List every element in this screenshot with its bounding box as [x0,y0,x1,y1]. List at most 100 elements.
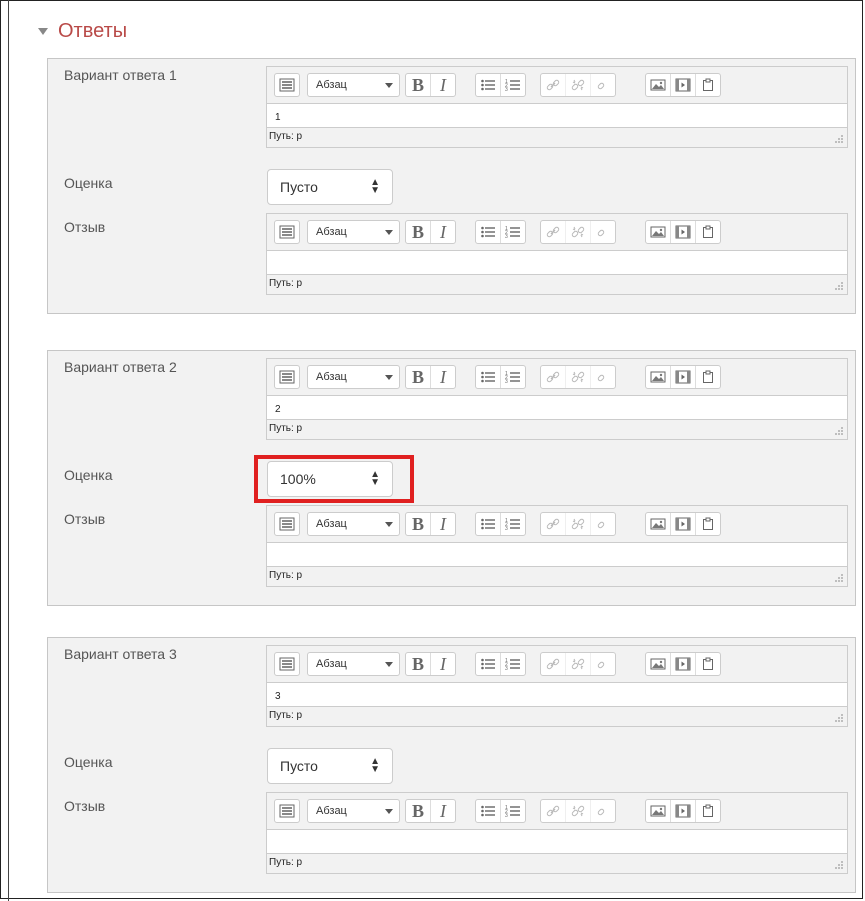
unordered-list-button[interactable] [476,800,501,822]
paragraph-format-select[interactable]: Абзац [307,220,400,244]
editor-content[interactable]: 3 [267,682,847,707]
answer-label: Вариант ответа 3 [64,646,177,662]
ordered-list-button[interactable]: 123 [501,800,525,822]
anchor-button[interactable] [591,366,615,388]
paragraph-format-select[interactable]: Абзац [307,799,400,823]
bold-button[interactable]: B [406,513,431,535]
grade-select[interactable]: Пусто ▲ ▼ [267,748,393,784]
image-button[interactable] [646,800,671,822]
editor-content[interactable] [267,542,847,567]
paragraph-format-select[interactable]: Абзац [307,512,400,536]
italic-button[interactable]: I [431,800,455,822]
media-button[interactable] [671,221,696,243]
resize-grip-icon[interactable] [834,134,844,144]
toolbar-toggle-button[interactable] [274,652,300,676]
anchor-button[interactable] [591,74,615,96]
editor-toolbar: Абзац B I 123 [267,793,847,829]
ordered-list-button[interactable]: 123 [501,221,525,243]
path-label: Путь: p [269,131,303,142]
paragraph-format-select[interactable]: Абзац [307,652,400,676]
ordered-list-icon: 123 [505,226,520,239]
editor-content[interactable] [267,829,847,854]
answer-editor: Абзац B I 123 [266,66,848,148]
paste-button[interactable] [696,513,720,535]
media-button[interactable] [671,513,696,535]
ordered-list-button[interactable]: 123 [501,74,525,96]
image-button[interactable] [646,653,671,675]
image-button[interactable] [646,221,671,243]
italic-button[interactable]: I [431,513,455,535]
unordered-list-button[interactable] [476,74,501,96]
unlink-button[interactable] [566,74,591,96]
image-button[interactable] [646,366,671,388]
unordered-list-button[interactable] [476,221,501,243]
media-button[interactable] [671,366,696,388]
ordered-list-button[interactable]: 123 [501,513,525,535]
bold-button[interactable]: B [406,366,431,388]
link-button[interactable] [541,366,566,388]
collapse-triangle-icon[interactable] [38,28,48,35]
resize-grip-icon[interactable] [834,713,844,723]
grade-select[interactable]: Пусто ▲ ▼ [267,169,393,205]
toolbar-toggle-button[interactable] [274,73,300,97]
image-button[interactable] [646,74,671,96]
editor-toolbar: Абзац B I 123 [267,506,847,542]
resize-grip-icon[interactable] [834,426,844,436]
keyboard-icon [279,517,295,531]
link-button[interactable] [541,74,566,96]
media-button[interactable] [671,653,696,675]
anchor-button[interactable] [591,800,615,822]
unordered-list-button[interactable] [476,366,501,388]
toolbar-toggle-button[interactable] [274,365,300,389]
section-header[interactable]: Ответы [38,20,127,43]
paste-button[interactable] [696,366,720,388]
unlink-button[interactable] [566,366,591,388]
path-label: Путь: p [269,710,303,721]
anchor-button[interactable] [591,221,615,243]
editor-content[interactable]: 1 [267,103,847,128]
link-button[interactable] [541,221,566,243]
unordered-list-button[interactable] [476,653,501,675]
paste-button[interactable] [696,74,720,96]
toolbar-toggle-button[interactable] [274,220,300,244]
resize-grip-icon[interactable] [834,860,844,870]
resize-grip-icon[interactable] [834,281,844,291]
link-button[interactable] [541,513,566,535]
resize-grip-icon[interactable] [834,573,844,583]
bold-button[interactable]: B [406,221,431,243]
editor-statusbar: Путь: p [267,420,847,439]
link-button[interactable] [541,653,566,675]
editor-content[interactable]: 2 [267,395,847,420]
paste-button[interactable] [696,653,720,675]
bold-button[interactable]: B [406,74,431,96]
bold-button[interactable]: B [406,800,431,822]
unlink-button[interactable] [566,513,591,535]
unlink-button[interactable] [566,653,591,675]
italic-button[interactable]: I [431,74,455,96]
italic-button[interactable]: I [431,653,455,675]
paragraph-format-select[interactable]: Абзац [307,73,400,97]
paste-button[interactable] [696,800,720,822]
image-button[interactable] [646,513,671,535]
unlink-button[interactable] [566,221,591,243]
anchor-button[interactable] [591,653,615,675]
media-group [645,652,721,676]
italic-button[interactable]: I [431,366,455,388]
ordered-list-button[interactable]: 123 [501,366,525,388]
anchor-button[interactable] [591,513,615,535]
media-button[interactable] [671,74,696,96]
paste-button[interactable] [696,221,720,243]
ordered-list-button[interactable]: 123 [501,653,525,675]
media-button[interactable] [671,800,696,822]
film-icon [675,804,691,818]
link-icon [546,658,560,670]
unordered-list-button[interactable] [476,513,501,535]
toolbar-toggle-button[interactable] [274,799,300,823]
editor-content[interactable] [267,250,847,275]
bold-button[interactable]: B [406,653,431,675]
link-button[interactable] [541,800,566,822]
unlink-button[interactable] [566,800,591,822]
italic-button[interactable]: I [431,221,455,243]
toolbar-toggle-button[interactable] [274,512,300,536]
paragraph-format-select[interactable]: Абзац [307,365,400,389]
